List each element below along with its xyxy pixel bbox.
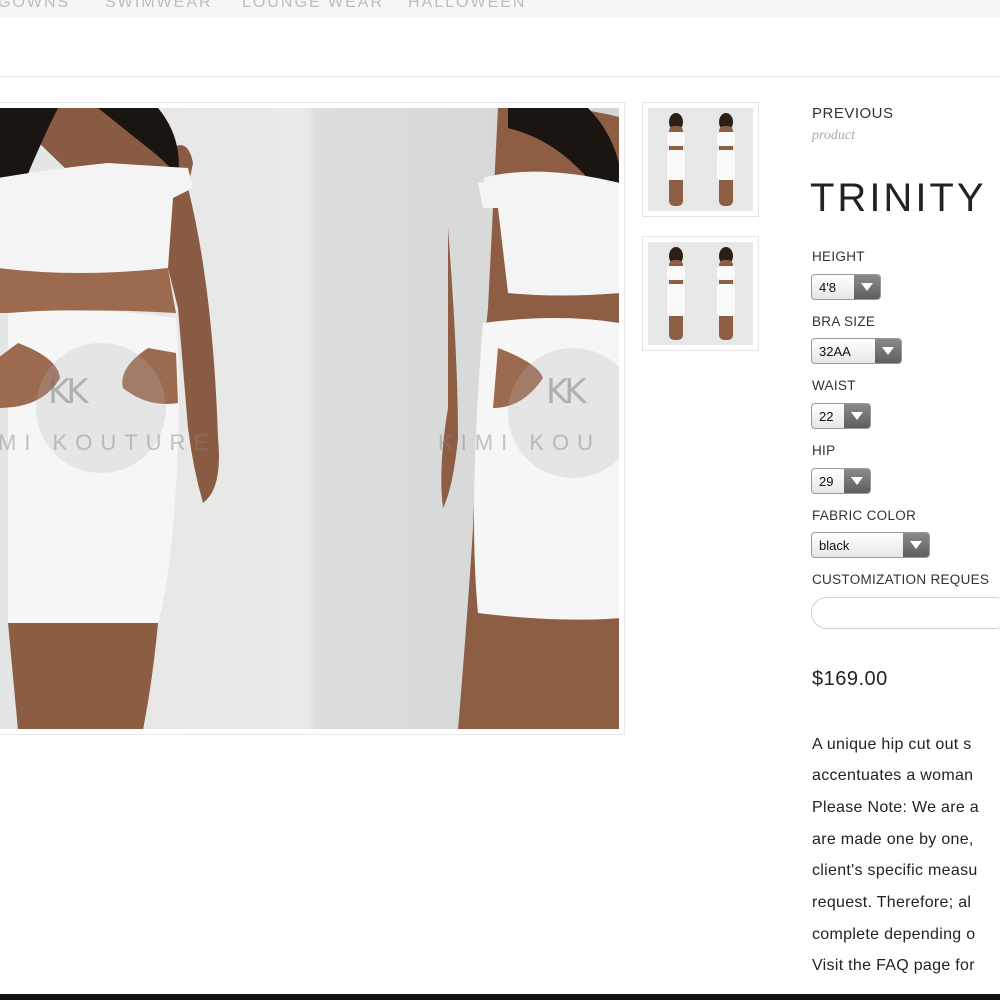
- description-line: complete depending o: [812, 926, 976, 943]
- fabric-color-select-value: black: [819, 538, 850, 553]
- previous-product-sublabel[interactable]: product: [812, 128, 855, 144]
- watermark-text-left: MI KOUTURE: [0, 430, 217, 455]
- bra-size-select-value: 32AA: [819, 344, 851, 359]
- nav-divider: [0, 76, 1000, 77]
- bottom-edge-bar: [0, 994, 1000, 1000]
- chevron-down-icon: [875, 339, 901, 363]
- chevron-down-icon: [844, 404, 870, 428]
- product-price: $169.00: [812, 668, 888, 690]
- description-line: request. Therefore; al: [812, 894, 972, 911]
- product-title: TRINITY S: [810, 176, 1000, 220]
- bra-size-label: BRA SIZE: [812, 314, 876, 329]
- waist-label: WAIST: [812, 378, 856, 393]
- fabric-color-select[interactable]: black: [811, 532, 930, 558]
- category-nav: GOWNS SWIMWEAR LOUNGE WEAR HALLOWEEN: [0, 0, 1000, 40]
- watermark-logo-left: KK: [48, 372, 89, 412]
- product-thumbnail-2[interactable]: [642, 236, 759, 351]
- description-line: are made one by one,: [812, 831, 974, 848]
- customization-label: CUSTOMIZATION REQUES: [812, 572, 990, 587]
- nav-item-lounge-wear[interactable]: LOUNGE WEAR: [242, 0, 384, 12]
- hip-select[interactable]: 29: [811, 468, 871, 494]
- thumbnail-illustration: [667, 247, 735, 340]
- description-line: accentuates a woman: [812, 767, 974, 784]
- customization-request-input[interactable]: [811, 597, 1000, 629]
- description-line: client's specific measu: [812, 862, 978, 879]
- thumbnail-photo: [648, 108, 753, 211]
- product-thumbnail-1[interactable]: [642, 102, 759, 217]
- hip-select-value: 29: [819, 474, 834, 489]
- fabric-color-label: FABRIC COLOR: [812, 508, 917, 523]
- watermark-text-right: KIMI KOU: [438, 430, 602, 455]
- watermark-logo-right: KK: [546, 372, 587, 412]
- chevron-down-icon: [844, 469, 870, 493]
- chevron-down-icon: [854, 275, 880, 299]
- chevron-down-icon: [903, 533, 929, 557]
- nav-item-swimwear[interactable]: SWIMWEAR: [105, 0, 213, 12]
- height-label: HEIGHT: [812, 249, 865, 264]
- description-line: Visit the FAQ page for: [812, 957, 975, 974]
- previous-product-link[interactable]: PREVIOUS: [812, 105, 894, 122]
- thumbnail-illustration: [667, 113, 735, 206]
- main-product-image[interactable]: KK MI KOUTURE KK KIMI KOU: [0, 102, 625, 735]
- nav-item-halloween[interactable]: HALLOWEEN: [408, 0, 526, 12]
- height-select[interactable]: 4'8: [811, 274, 881, 300]
- nav-item-gowns[interactable]: GOWNS: [0, 0, 70, 12]
- bra-size-select[interactable]: 32AA: [811, 338, 902, 364]
- product-photo: KK MI KOUTURE KK KIMI KOU: [0, 108, 619, 729]
- height-select-value: 4'8: [819, 280, 836, 295]
- waist-select[interactable]: 22: [811, 403, 871, 429]
- waist-select-value: 22: [819, 409, 834, 424]
- description-line: Please Note: We are a: [812, 799, 979, 816]
- description-line: A unique hip cut out s: [812, 736, 972, 753]
- hip-label: HIP: [812, 443, 836, 458]
- thumbnail-photo: [648, 242, 753, 345]
